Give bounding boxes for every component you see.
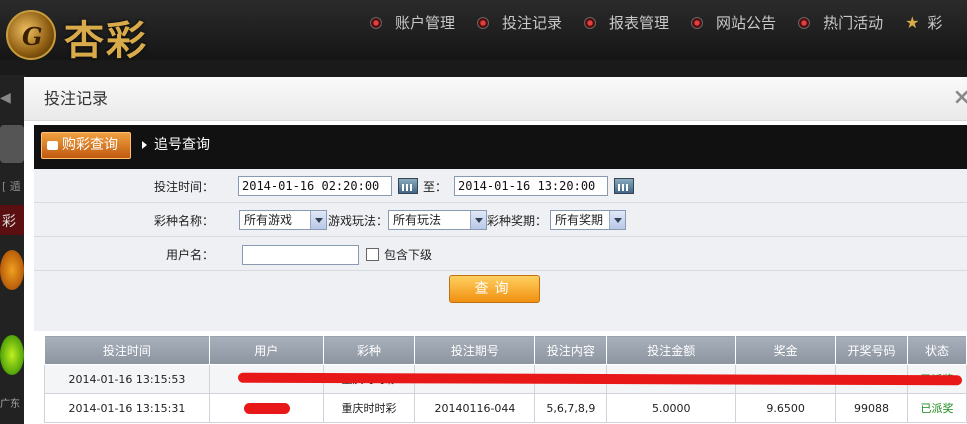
nav-label: 网站公告: [716, 14, 777, 32]
cell-time: 2014-01-16 13:15:31: [44, 393, 210, 423]
cell-content: 5,6,7,8,9: [534, 393, 608, 423]
top-bar: G 杏彩 账户管理 投注记录 报表管理 网站公告 热门活动 ★ 彩: [0, 0, 967, 64]
cell-amount: 5.0000: [606, 393, 737, 423]
lottery-icon[interactable]: [0, 250, 24, 290]
column-header[interactable]: 投注时间: [44, 335, 210, 365]
calendar-icon[interactable]: [398, 178, 418, 194]
avatar: [0, 125, 24, 163]
select-value: 所有玩法: [393, 213, 442, 227]
username-input[interactable]: [242, 245, 359, 265]
column-header[interactable]: 开奖号码: [835, 335, 908, 365]
time-from-input[interactable]: 2014-01-16 02:20:00: [238, 176, 392, 196]
user-label: 用户名：: [165, 248, 214, 262]
table-header-row: 投注时间 用户 彩种 投注期号 投注内容 投注金额 奖金 开奖号码 状态: [44, 335, 967, 365]
form-row-time: 投注时间： 2014-01-16 02:20:00 至： 2014-01-16 …: [34, 169, 967, 203]
tab-label: 追号查询: [154, 137, 210, 153]
cell-period: 20140116-044: [414, 393, 536, 423]
star-icon: ★: [905, 13, 920, 32]
nav-label: 账户管理: [395, 14, 456, 32]
nav-bet-records[interactable]: 投注记录: [477, 12, 562, 33]
sidebar-fragment: [ 遁: [2, 180, 21, 193]
nav-promotions[interactable]: 热门活动: [798, 12, 883, 33]
calendar-icon[interactable]: [614, 178, 634, 194]
nav-label: 热门活动: [823, 14, 884, 32]
column-header[interactable]: 状态: [907, 335, 967, 365]
chevron-down-icon: [470, 211, 486, 229]
nav-label: 报表管理: [609, 14, 670, 32]
lottery-icon[interactable]: [0, 335, 24, 375]
logo-mark-icon: G: [6, 10, 56, 60]
period-select[interactable]: 所有奖期: [550, 210, 626, 230]
lottery-label: 彩种名称：: [153, 214, 214, 228]
include-sub-checkbox[interactable]: [366, 248, 379, 261]
include-sub-label: 包含下级: [384, 248, 433, 262]
nav-label: 投注记录: [502, 14, 563, 32]
ticket-icon: [47, 141, 58, 150]
cell-time: 2014-01-16 13:15:53: [44, 364, 210, 394]
select-value: 所有奖期: [555, 213, 604, 227]
column-header[interactable]: 彩种: [322, 335, 416, 365]
redaction-scribble: [244, 403, 290, 414]
nav-account[interactable]: 账户管理: [370, 12, 455, 33]
table-row[interactable]: 2014-01-16 13:15:31 重庆时时彩 20140116-044 5…: [44, 393, 967, 423]
logo-mark: G: [22, 22, 43, 51]
nav-label: 彩: [927, 14, 943, 32]
column-header[interactable]: 投注金额: [606, 335, 737, 365]
bet-records-dialog: 投注记录 × 购彩查询 追号查询 投注时间： 2014-01-16 02:20:…: [24, 77, 967, 424]
nav-announcements[interactable]: 网站公告: [691, 12, 776, 33]
cell-status: 已派奖: [907, 393, 967, 423]
cell-prize: 9.6500: [735, 393, 837, 423]
cell-lottery: 重庆时时彩: [322, 393, 416, 423]
close-icon[interactable]: ×: [953, 85, 967, 110]
nav-reports[interactable]: 报表管理: [584, 12, 669, 33]
column-header[interactable]: 投注期号: [414, 335, 536, 365]
query-button[interactable]: 查询: [449, 275, 540, 303]
dialog-title: 投注记录: [24, 77, 967, 121]
play-label: 游戏玩法：: [328, 214, 389, 228]
bullet-icon: [477, 16, 490, 29]
period-label: 彩种奖期：: [487, 214, 548, 228]
main-nav: 账户管理 投注记录 报表管理 网站公告 热门活动 ★ 彩: [370, 12, 964, 33]
form-row-actions: 查询: [34, 271, 967, 307]
form-row-user: 用户名： 包含下级: [34, 237, 967, 271]
time-to-input[interactable]: 2014-01-16 13:20:00: [454, 176, 608, 196]
select-value: 所有游戏: [244, 213, 293, 227]
tab-label: 购彩查询: [62, 137, 118, 153]
triangle-right-icon: [142, 141, 147, 149]
sidebar-fragment: 彩: [0, 205, 26, 235]
column-header[interactable]: 用户: [208, 335, 324, 365]
chevron-down-icon: [609, 211, 625, 229]
tab-purchase-query[interactable]: 购彩查询: [41, 132, 131, 159]
to-label: 至：: [423, 180, 448, 194]
nav-more[interactable]: ★ 彩: [905, 12, 942, 33]
form-row-filters: 彩种名称： 所有游戏 游戏玩法： 所有玩法 彩种奖期： 所有奖期: [34, 203, 967, 237]
column-header[interactable]: 投注内容: [534, 335, 608, 365]
site-logo[interactable]: G 杏彩: [6, 6, 181, 64]
bullet-icon: [691, 16, 704, 29]
lottery-select[interactable]: 所有游戏: [239, 210, 327, 230]
tab-chase-query[interactable]: 追号查询: [142, 132, 210, 159]
chevron-down-icon: [310, 211, 326, 229]
sidebar-arrow-icon: ◀: [0, 90, 11, 106]
sidebar-fragment: 广东: [0, 399, 20, 410]
tab-bar: 购彩查询 追号查询: [34, 125, 967, 169]
bullet-icon: [798, 16, 811, 29]
bullet-icon: [584, 16, 597, 29]
column-header[interactable]: 奖金: [735, 335, 837, 365]
play-select[interactable]: 所有玩法: [388, 210, 487, 230]
logo-text: 杏彩: [64, 17, 148, 64]
cell-result: 99088: [835, 393, 908, 423]
time-label: 投注时间：: [153, 180, 214, 194]
bullet-icon: [370, 16, 382, 29]
query-form: 投注时间： 2014-01-16 02:20:00 至： 2014-01-16 …: [34, 169, 967, 331]
